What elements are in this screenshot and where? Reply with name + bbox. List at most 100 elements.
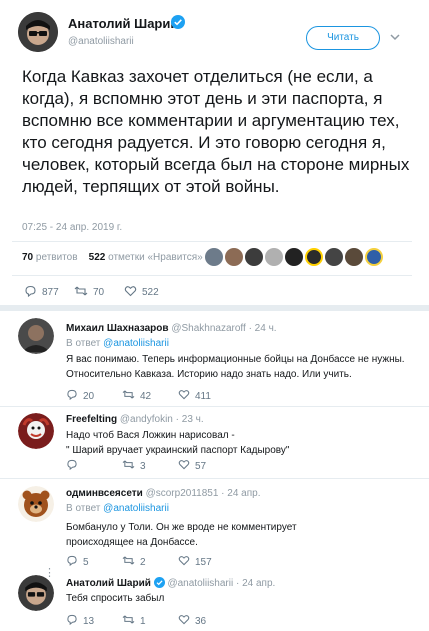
tweet-timestamp[interactable]: 07:25 - 24 апр. 2019 г. — [22, 222, 122, 233]
like-button[interactable]: 157 — [178, 555, 234, 569]
reply-author[interactable]: Анатолий Шарий @anatoliisharii · 24 апр. — [66, 577, 275, 591]
avatar[interactable] — [18, 486, 54, 522]
divider — [12, 275, 412, 276]
like-button[interactable]: 411 — [178, 389, 234, 403]
liker-avatar[interactable] — [305, 248, 323, 266]
likes-label[interactable]: отметки «Нравится» — [108, 252, 203, 263]
verified-icon — [153, 577, 165, 591]
liker-avatar[interactable] — [365, 248, 383, 266]
reply-icon — [66, 459, 78, 473]
liker-avatar[interactable] — [325, 248, 343, 266]
retweet-count: 70 — [93, 287, 105, 298]
liker-avatar[interactable] — [345, 248, 363, 266]
retweet-button[interactable]: 3 — [122, 459, 178, 473]
like-button[interactable]: 522 — [124, 285, 174, 300]
heart-icon — [178, 614, 190, 628]
reply-author-name[interactable]: одминвсеясети — [66, 488, 143, 499]
reply-author-name[interactable]: Михаил Шахназаров — [66, 323, 169, 334]
liker-avatar[interactable] — [205, 248, 223, 266]
liker-avatar[interactable] — [225, 248, 243, 266]
heart-icon — [178, 555, 190, 569]
like-button[interactable]: 57 — [178, 459, 234, 473]
reply-button[interactable]: 20 — [66, 389, 122, 403]
retweet-button[interactable]: 1 — [122, 614, 178, 628]
like-count: 157 — [195, 556, 212, 568]
retweet-button[interactable]: 2 — [122, 555, 178, 569]
follow-button[interactable]: Читать — [306, 26, 380, 50]
reply-count: 5 — [83, 556, 89, 568]
reply-button[interactable] — [66, 459, 122, 473]
reply-time[interactable]: · 24 ч. — [249, 323, 277, 334]
in-reply-to: В ответ @anatoliisharii — [66, 503, 169, 514]
retweet-button[interactable]: 70 — [74, 285, 124, 300]
reply-handle[interactable]: @andyfokin — [120, 414, 173, 425]
avatar[interactable] — [18, 318, 54, 354]
reply-icon — [24, 285, 37, 300]
retweet-count: 3 — [140, 460, 146, 472]
reply-icon — [66, 389, 78, 403]
divider — [12, 241, 412, 242]
reply-author[interactable]: одминвсеясети @scorp2011851 · 24 апр. — [66, 488, 261, 499]
in-reply-to-label: В ответ — [66, 503, 101, 514]
reply-author-name[interactable]: Анатолий Шарий — [66, 578, 151, 589]
reply-author[interactable]: Freefelting @andyfokin · 23 ч. — [66, 414, 204, 425]
chevron-down-icon[interactable] — [388, 30, 402, 44]
author-handle[interactable]: @anatoliisharii — [68, 36, 134, 47]
avatar[interactable] — [18, 12, 58, 52]
retweet-icon — [122, 389, 135, 403]
liker-avatars — [205, 248, 383, 266]
retweet-count: 42 — [140, 390, 152, 402]
reply-button[interactable]: 13 — [66, 614, 122, 628]
avatar[interactable] — [18, 575, 54, 611]
in-reply-to-link[interactable]: @anatoliisharii — [103, 338, 169, 349]
heart-icon — [178, 459, 190, 473]
avatar[interactable] — [18, 413, 54, 449]
like-button[interactable]: 36 — [178, 614, 234, 628]
reply-handle[interactable]: @Shakhnazaroff — [171, 323, 245, 334]
reply-actions: 13 1 36 — [66, 614, 234, 628]
retweets-label[interactable]: ретвитов — [36, 252, 78, 263]
retweet-count: 2 — [140, 556, 146, 568]
tweet-text: Когда Кавказ захочет отделиться (не если… — [22, 67, 410, 196]
like-count: 522 — [142, 287, 159, 298]
heart-icon — [178, 389, 190, 403]
reply-icon — [66, 614, 78, 628]
reply-handle[interactable]: @scorp2011851 — [146, 488, 219, 499]
retweet-icon — [122, 614, 135, 628]
reply-time[interactable]: · 23 ч. — [176, 414, 204, 425]
in-reply-to-link[interactable]: @anatoliisharii — [103, 503, 169, 514]
heart-icon — [124, 285, 137, 300]
liker-avatar[interactable] — [285, 248, 303, 266]
divider — [0, 406, 429, 407]
divider — [0, 478, 429, 479]
retweet-icon — [122, 555, 135, 569]
liker-avatar[interactable] — [265, 248, 283, 266]
in-reply-to: В ответ @anatoliisharii — [66, 338, 169, 349]
retweet-icon — [122, 459, 135, 473]
in-reply-to-label: В ответ — [66, 338, 101, 349]
retweet-icon — [74, 285, 88, 300]
retweet-button[interactable]: 42 — [122, 389, 178, 403]
reply-button[interactable]: 877 — [24, 285, 74, 300]
engagement-stats: 70 ретвитов 522 отметки «Нравится» — [22, 252, 203, 263]
reply-handle[interactable]: @anatoliisharii — [167, 578, 233, 589]
reply-time[interactable]: · 24 апр. — [221, 488, 260, 499]
likes-count[interactable]: 522 — [89, 252, 106, 263]
like-count: 36 — [195, 615, 207, 627]
reply-author[interactable]: Михаил Шахназаров @Shakhnazaroff · 24 ч. — [66, 323, 277, 334]
retweets-count[interactable]: 70 — [22, 252, 33, 263]
author-name[interactable]: Анатолий Шарий — [68, 16, 178, 31]
reply-author-name[interactable]: Freefelting — [66, 414, 117, 425]
reply-text: Я вас понимаю. Теперь информационные бой… — [66, 354, 405, 380]
reply-button[interactable]: 5 — [66, 555, 122, 569]
reply-text: Тебя спросить забыл — [66, 593, 165, 604]
retweet-count: 1 — [140, 615, 146, 627]
verified-icon — [171, 15, 185, 29]
reply-time[interactable]: · 24 апр. — [236, 578, 275, 589]
like-count: 57 — [195, 460, 207, 472]
reply-actions: 20 42 411 — [66, 389, 234, 403]
liker-avatar[interactable] — [245, 248, 263, 266]
reply-icon — [66, 555, 78, 569]
tweet-actions: 877 70 522 — [24, 285, 174, 300]
reply-text: Бомбануло у Толи. Он же вроде не коммент… — [66, 522, 297, 548]
